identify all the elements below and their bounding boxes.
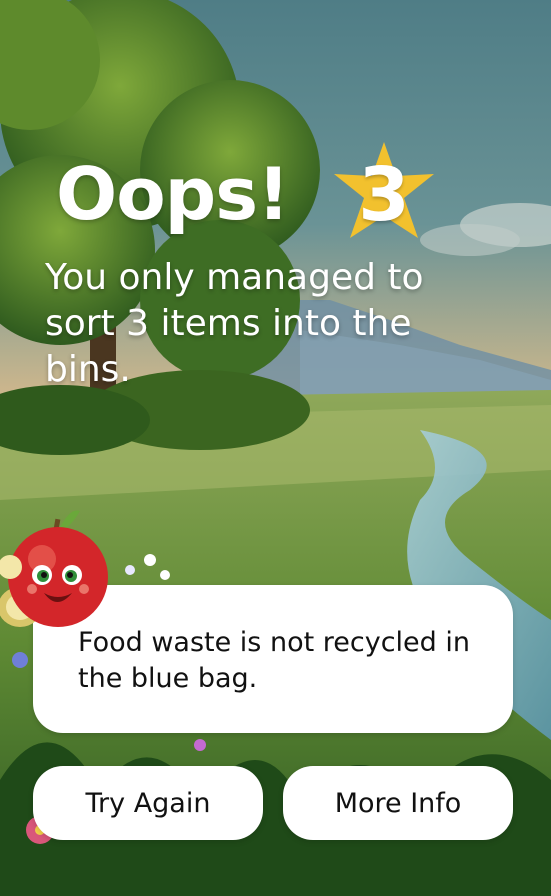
score-number: 3 <box>358 152 410 238</box>
try-again-button[interactable]: Try Again <box>33 766 263 840</box>
landscape-background <box>0 0 551 896</box>
more-info-button[interactable]: More Info <box>283 766 513 840</box>
apple-mascot-icon <box>0 510 108 627</box>
score-badge: 3 <box>330 140 438 250</box>
result-title: Oops! <box>56 152 290 236</box>
result-message: You only managed to sort 3 items into th… <box>45 257 424 390</box>
info-text: Food waste is not recycled in the blue b… <box>78 627 470 694</box>
